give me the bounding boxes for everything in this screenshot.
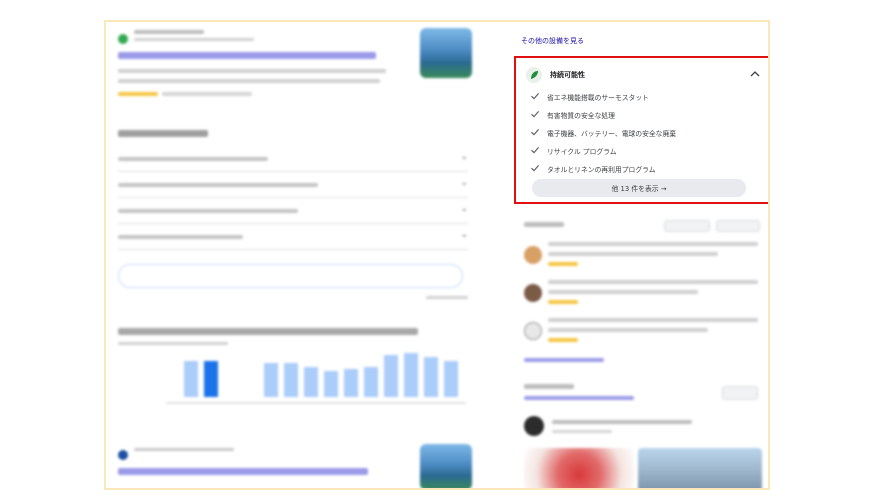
blurred-review-text	[548, 328, 708, 332]
faq-row[interactable]: ⌄	[118, 146, 468, 172]
search-results-column: ⌄ ⌄ ⌄ ⌄	[106, 22, 506, 488]
blurred-reviews-heading	[524, 222, 564, 227]
blurred-profile-name	[552, 420, 692, 424]
blurred-chart-axis	[166, 402, 466, 404]
site-favicon	[118, 450, 128, 460]
blurred-filter-chip[interactable]	[664, 220, 710, 232]
faq-row[interactable]: ⌄	[118, 224, 468, 250]
blurred-snippet-line	[118, 69, 386, 73]
result-thumbnail[interactable]	[420, 444, 472, 488]
blurred-review-stars	[548, 338, 578, 342]
blurred-review-text	[548, 242, 758, 246]
screenshot-frame: ⌄ ⌄ ⌄ ⌄ その他の設備を見る 持続可能性 省エネ機能搭載のサーモスタット …	[104, 20, 770, 490]
blurred-result-link[interactable]	[118, 468, 368, 475]
knowledge-panel: その他の設備を見る 持続可能性 省エネ機能搭載のサーモスタット 有害物質の安全な…	[514, 22, 768, 488]
blurred-chart-heading	[118, 328, 418, 335]
blurred-ask-input[interactable]	[118, 264, 463, 288]
blurred-chart-subtitle	[118, 342, 228, 345]
blurred-section-heading	[118, 130, 208, 137]
reviewer-avatar	[524, 284, 542, 302]
blurred-action-chip[interactable]	[722, 386, 758, 400]
blurred-photo[interactable]	[638, 448, 762, 488]
blurred-filter-chip[interactable]	[716, 220, 760, 232]
blurred-result-link[interactable]	[118, 52, 376, 59]
blurred-review-text	[548, 280, 758, 284]
result-thumbnail[interactable]	[420, 28, 472, 78]
blurred-photo[interactable]	[524, 448, 634, 488]
blurred-site-name	[134, 30, 204, 34]
blurred-rating-stars	[118, 92, 158, 96]
blurred-review-stars	[548, 262, 578, 266]
blurred-section-heading	[524, 384, 574, 389]
faq-row[interactable]: ⌄	[118, 172, 468, 198]
profile-avatar	[524, 416, 544, 436]
blurred-site-url	[134, 38, 254, 41]
blurred-review-stars	[548, 300, 578, 304]
site-favicon	[118, 34, 128, 44]
blurred-site-url	[134, 448, 234, 451]
blurred-rating-meta	[162, 92, 252, 96]
blurred-profile-meta	[552, 430, 612, 433]
blurred-popular-times-chart	[184, 352, 474, 397]
blurred-review-text	[548, 290, 698, 294]
blurred-more-reviews-link[interactable]	[524, 358, 604, 362]
blurred-review-text	[548, 252, 718, 256]
blurred-review-text	[548, 318, 758, 322]
faq-row[interactable]: ⌄	[118, 198, 468, 224]
blurred-reviews-area	[514, 22, 768, 488]
blurred-feedback-link	[426, 296, 468, 299]
blurred-snippet-line	[118, 79, 380, 83]
blurred-section-link[interactable]	[524, 396, 634, 400]
reviewer-avatar	[524, 322, 542, 340]
reviewer-avatar	[524, 246, 542, 264]
